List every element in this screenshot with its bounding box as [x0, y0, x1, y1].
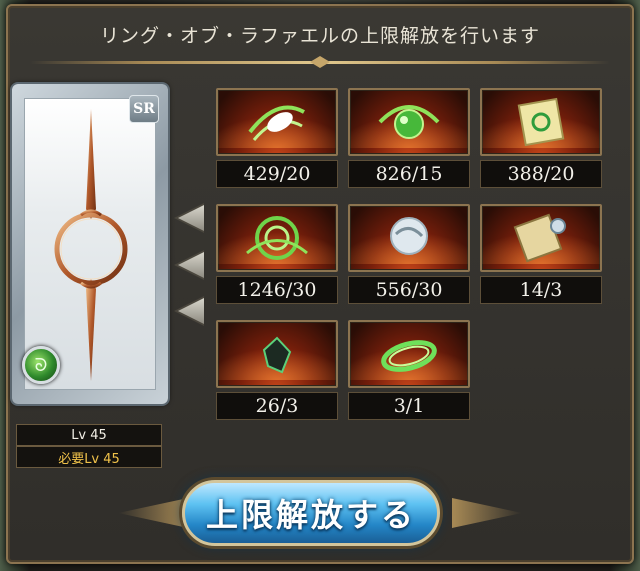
green-orb-icon: [378, 105, 440, 139]
material-count: 26/3: [216, 392, 338, 420]
uncap-button[interactable]: 上限解放する: [182, 480, 440, 546]
parchment-seal-icon: [513, 213, 566, 263]
material-count: 429/20: [216, 160, 338, 188]
material-count: 556/30: [348, 276, 470, 304]
material-count: 388/20: [480, 160, 602, 188]
material-count: 826/15: [348, 160, 470, 188]
feather-wind-icon: [248, 105, 305, 141]
wind-element-icon: ᘐ: [22, 346, 60, 384]
wind-swirl-icon: [246, 216, 308, 260]
dark-crystal-icon: [262, 336, 292, 374]
material-slot[interactable]: [480, 204, 602, 272]
silver-orb-icon: [390, 217, 428, 255]
material-slot[interactable]: [216, 88, 338, 156]
material-slot[interactable]: [216, 320, 338, 388]
page-title: リング・オブ・ラファエルの上限解放を行います: [99, 24, 540, 47]
material-count: 3/1: [348, 392, 470, 420]
rarity-badge: SR: [129, 95, 159, 123]
material-slot[interactable]: [348, 88, 470, 156]
material-slot[interactable]: [216, 204, 338, 272]
material-count: 14/3: [480, 276, 602, 304]
material-slot[interactable]: [348, 320, 470, 388]
current-level: Lv 45: [16, 424, 162, 446]
material-count: 1246/30: [216, 276, 338, 304]
green-scroll-icon: [517, 97, 565, 147]
required-level: 必要Lv 45: [16, 446, 162, 468]
material-slot[interactable]: [348, 204, 470, 272]
material-slot[interactable]: [480, 88, 602, 156]
green-ring-icon: [381, 340, 437, 372]
